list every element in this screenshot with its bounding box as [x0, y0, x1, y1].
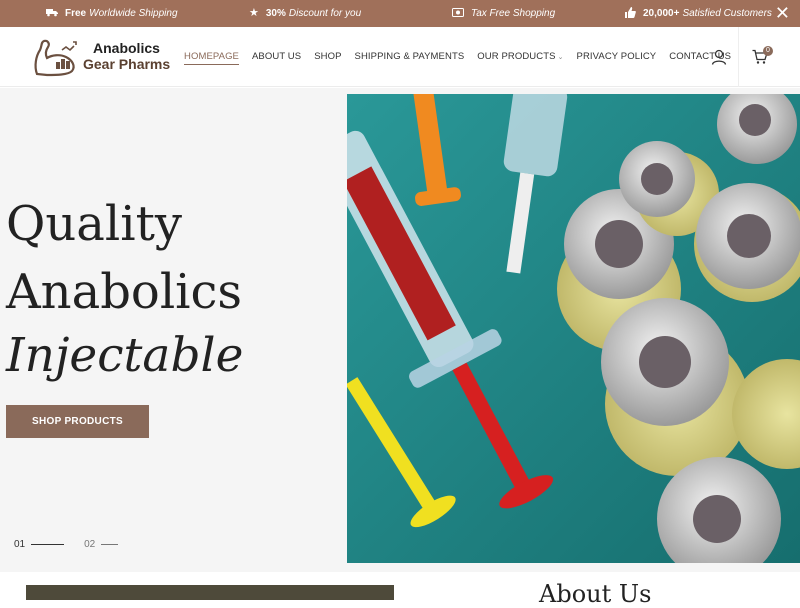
hero-slider: Quality Anabolics Injectable SHOP PRODUC… — [0, 88, 800, 572]
star-icon: ★ — [249, 7, 259, 19]
nav-our-products[interactable]: OUR PRODUCTS ⌄ — [477, 51, 563, 62]
shop-products-button[interactable]: SHOP PRODUCTS — [6, 405, 149, 438]
hero-title-line2: Anabolics — [6, 264, 243, 320]
hero-image — [347, 94, 800, 563]
nav-shop[interactable]: SHOP — [314, 51, 341, 62]
cart-count-badge: 0 — [763, 46, 773, 56]
announcement-tax: Tax Free Shopping — [452, 0, 555, 27]
about-image — [26, 585, 394, 600]
announcement-shipping: Free Worldwide Shipping — [46, 0, 178, 27]
announcement-customers: 20,000+ Satisfied Customers — [625, 0, 772, 27]
hero-title-line1: Quality — [6, 196, 182, 252]
thumbs-up-icon — [625, 6, 636, 21]
slide-1-dot[interactable]: 01 — [14, 539, 25, 550]
nav-homepage[interactable]: HOMEPAGE — [184, 51, 239, 65]
about-heading: About Us — [539, 580, 652, 608]
slide-2-line — [101, 544, 119, 545]
site-header: Anabolics Gear Pharms HOMEPAGE ABOUT US … — [0, 27, 800, 87]
logo-name: Anabolics — [93, 40, 160, 56]
money-icon — [452, 7, 464, 20]
logo[interactable]: Anabolics Gear Pharms — [32, 36, 172, 80]
hero-title-line3: Injectable — [6, 328, 244, 383]
truck-icon — [46, 7, 58, 20]
close-icon[interactable]: ✕ — [775, 3, 790, 23]
nav-our-products-label: OUR PRODUCTS — [477, 51, 556, 62]
announcement-discount: ★ 30% Discount for you — [249, 7, 362, 20]
slide-1-line — [31, 544, 65, 545]
slide-pagination: 01 02 — [14, 539, 138, 550]
header-divider — [738, 27, 739, 87]
main-nav: HOMEPAGE ABOUT US SHOP SHIPPING & PAYMEN… — [184, 51, 744, 65]
nav-privacy-policy[interactable]: PRIVACY POLICY — [577, 51, 657, 62]
slide-2-dot[interactable]: 02 — [84, 539, 95, 550]
nav-about-us[interactable]: ABOUT US — [252, 51, 301, 62]
announcement-bar: Free Worldwide Shipping ★ 30% Discount for… — [0, 0, 800, 27]
logo-subname: Gear Pharms — [83, 56, 171, 72]
flexed-arm-icon — [34, 39, 77, 77]
nav-shipping-payments[interactable]: SHIPPING & PAYMENTS — [355, 51, 465, 62]
user-icon[interactable] — [711, 49, 727, 65]
about-section: About Us — [0, 572, 800, 608]
chevron-down-icon: ⌄ — [557, 54, 564, 61]
